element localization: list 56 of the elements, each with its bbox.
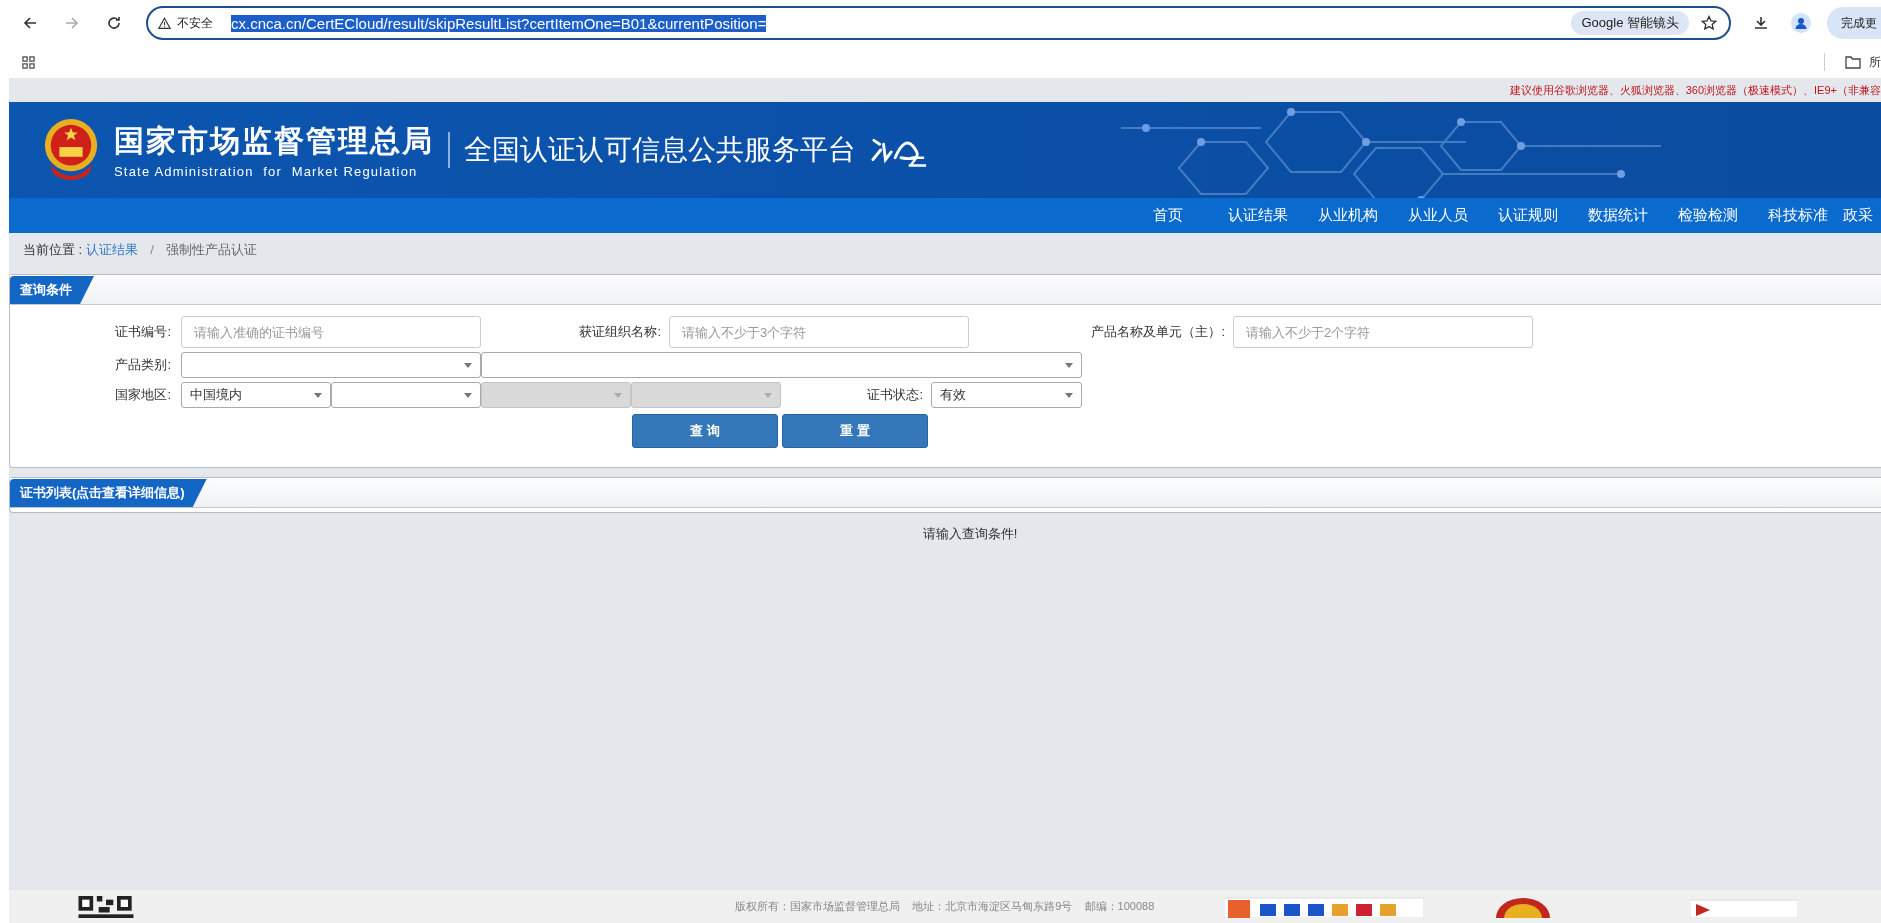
nav-link[interactable]: 认证规则 bbox=[1483, 206, 1573, 225]
caret-icon bbox=[614, 392, 622, 398]
breadcrumb-separator: / bbox=[150, 242, 154, 257]
breadcrumb-current: 强制性产品认证 bbox=[165, 240, 257, 259]
caret-icon bbox=[464, 392, 472, 398]
bookmark-label[interactable]: 所 bbox=[1869, 53, 1881, 71]
caret-icon bbox=[1065, 392, 1073, 398]
caret-icon bbox=[314, 392, 322, 398]
nav-link[interactable]: 首页 bbox=[1123, 206, 1213, 225]
badge-emblem-icon bbox=[1496, 895, 1551, 918]
url-text[interactable]: cx.cnca.cn/CertECloud/result/skipResultList?certItemOne=B01&currentPosition= bbox=[231, 14, 767, 32]
update-button[interactable]: 完成更 bbox=[1827, 7, 1881, 39]
nav-link[interactable]: 检验检测 bbox=[1663, 206, 1753, 225]
breadcrumb-link[interactable]: 认证结果 bbox=[86, 240, 139, 259]
qr-code-icon bbox=[77, 895, 135, 918]
agency-subtitle: State Administration for Market Regulation bbox=[114, 164, 419, 179]
security-label[interactable]: 不安全 bbox=[177, 14, 213, 32]
search-button[interactable]: 查 询 bbox=[632, 414, 778, 448]
nav-link[interactable]: 科技标准 bbox=[1753, 206, 1843, 225]
back-icon[interactable] bbox=[22, 15, 38, 31]
field-label: 产品类别: bbox=[114, 356, 171, 374]
breadcrumb-label: 当前位置 : bbox=[23, 240, 83, 259]
caret-icon bbox=[464, 362, 472, 368]
browser-notice: 建议使用谷歌浏览器、火狐浏览器、360浏览器（极速模式）、IE9+（非兼容 bbox=[1509, 82, 1881, 98]
field-label: 获证组织名称: bbox=[578, 323, 661, 341]
field-label: 国家地区: bbox=[114, 386, 171, 404]
reset-button[interactable]: 重 置 bbox=[782, 414, 928, 448]
caret-icon bbox=[1065, 362, 1073, 368]
emblem-icon bbox=[42, 118, 100, 182]
reload-icon[interactable] bbox=[106, 15, 122, 31]
profile-icon[interactable] bbox=[1791, 13, 1811, 33]
address-bar[interactable]: 不安全 cx.cnca.cn/CertECloud/result/skipResultList?certItemOne=B01&currentPosition= Google 智能镜头 bbox=[146, 6, 1731, 40]
caret-icon bbox=[764, 392, 772, 398]
field-label: 证书编号: bbox=[114, 323, 171, 341]
empty-message: 请输入查询条件! bbox=[921, 525, 1019, 543]
nav-link[interactable]: 认证结果 bbox=[1213, 206, 1303, 225]
text-field[interactable]: 请输入不少于3个字符 bbox=[669, 316, 969, 348]
text-field[interactable]: 请输入不少于2个字符 bbox=[1233, 316, 1533, 348]
platform-title: 全国认证认可信息公共服务平台 bbox=[464, 133, 856, 167]
apps-icon[interactable] bbox=[22, 55, 35, 69]
nav-link[interactable]: 从业人员 bbox=[1393, 206, 1483, 225]
agency-title: 国家市场监督管理总局 bbox=[114, 123, 434, 159]
field-label: 产品名称及单元（主）: bbox=[1090, 323, 1225, 341]
download-icon[interactable] bbox=[1753, 15, 1769, 31]
folder-icon[interactable] bbox=[1845, 55, 1861, 69]
text-field[interactable]: 请输入准确的证书编号 bbox=[181, 316, 481, 348]
nav-link[interactable]: 数据统计 bbox=[1573, 206, 1663, 225]
warning-icon bbox=[158, 16, 171, 30]
nav-link[interactable]: 从业机构 bbox=[1303, 206, 1393, 225]
star-icon[interactable] bbox=[1701, 15, 1717, 31]
field-label: 证书状态: bbox=[866, 386, 923, 404]
lens-chip[interactable]: Google 智能镜头 bbox=[1571, 11, 1689, 35]
dropdown[interactable]: 有效 bbox=[931, 382, 1082, 408]
nav-link[interactable]: 政采 bbox=[1843, 206, 1881, 225]
dropdown[interactable]: 中国境内 bbox=[181, 382, 331, 408]
footer-text: 版权所有：国家市场监督管理总局 地址：北京市海淀区马甸东路9号 邮编：100088 bbox=[735, 899, 1155, 914]
